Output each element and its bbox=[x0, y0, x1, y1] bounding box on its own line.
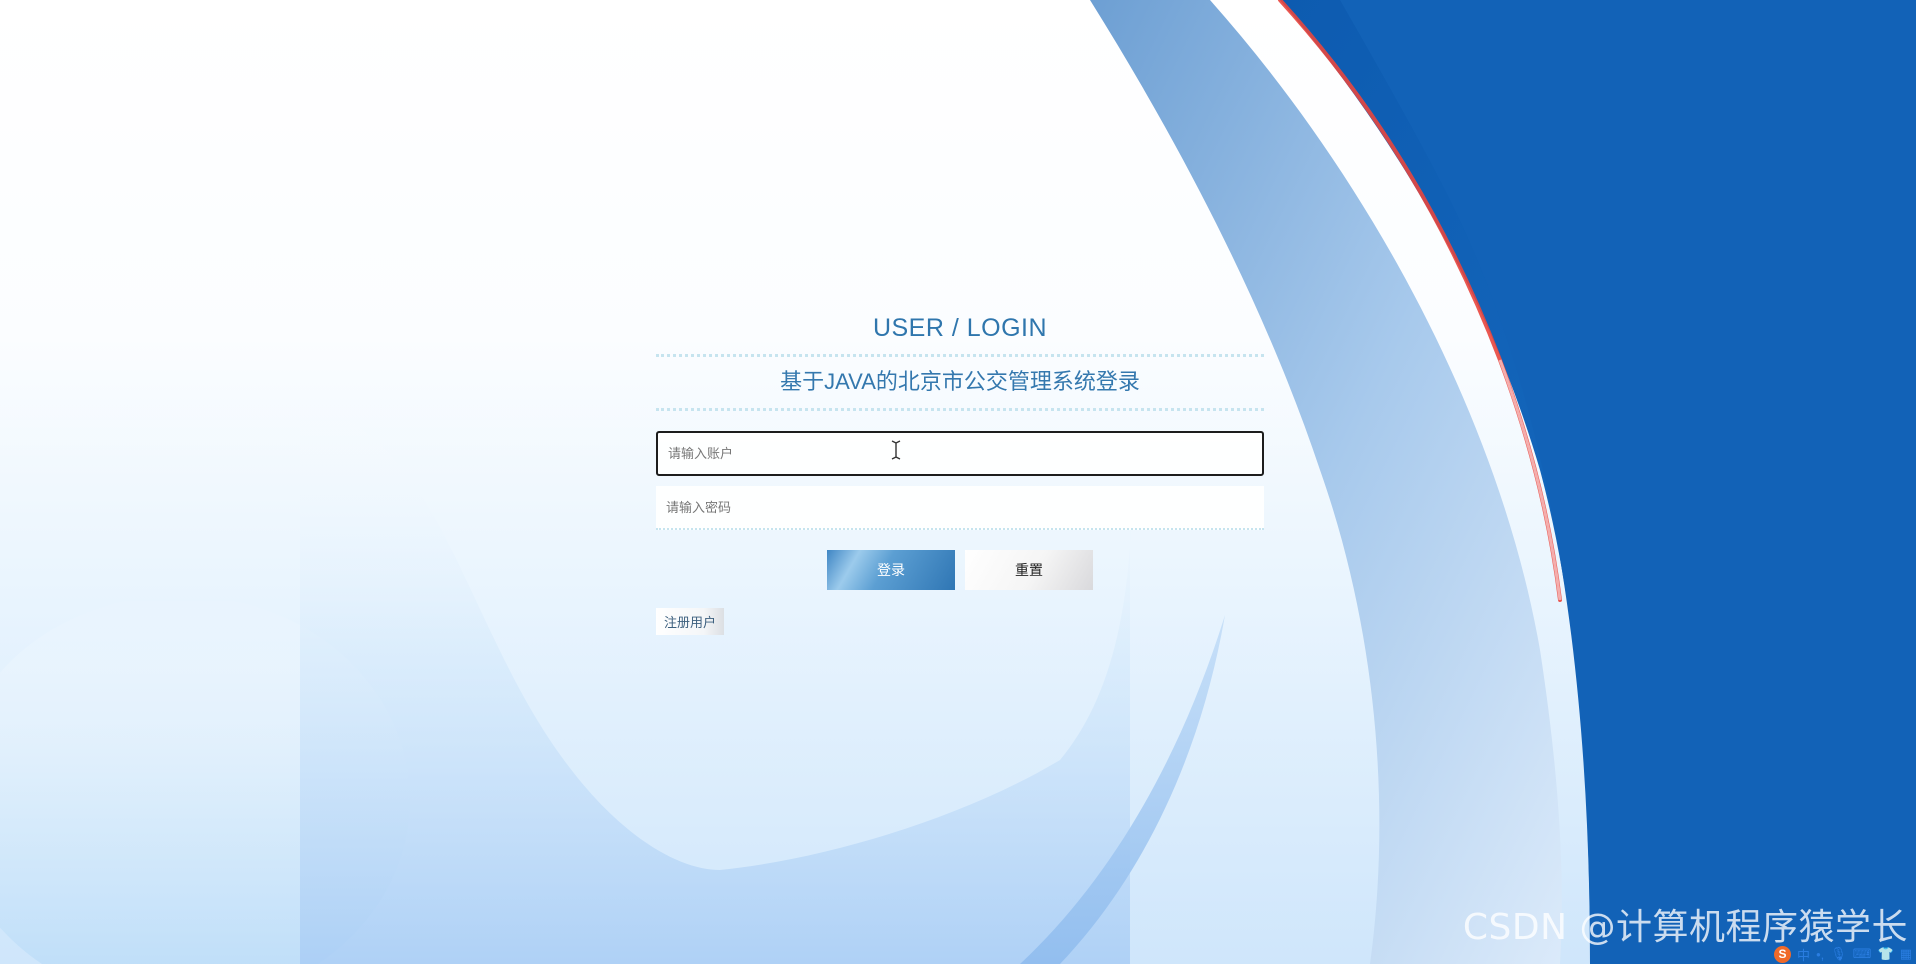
divider-bottom bbox=[656, 408, 1264, 411]
microphone-icon[interactable]: 🎙 bbox=[1830, 946, 1847, 962]
reset-button[interactable]: 重置 bbox=[965, 550, 1093, 590]
login-form: USER / LOGIN 基于JAVA的北京市公交管理系统登录 登录 重置 注册… bbox=[656, 312, 1264, 635]
account-input[interactable] bbox=[656, 431, 1264, 476]
ime-mode-label[interactable]: 中 bbox=[1797, 945, 1810, 964]
divider-top bbox=[656, 354, 1264, 357]
punctuation-icon[interactable]: •, bbox=[1816, 947, 1824, 962]
toolbox-icon[interactable]: ▦ bbox=[1900, 946, 1912, 962]
csdn-watermark: CSDN @计算机程序猿学长 bbox=[1462, 907, 1908, 948]
register-link[interactable]: 注册用户 bbox=[656, 608, 725, 635]
ime-toolbar: S 中 •, 🎙 ⌨ 👕 ▦ bbox=[1774, 944, 1912, 964]
skin-icon[interactable]: 👕 bbox=[1878, 946, 1894, 962]
login-page: USER / LOGIN 基于JAVA的北京市公交管理系统登录 登录 重置 注册… bbox=[0, 0, 1916, 964]
sogou-ime-icon[interactable]: S bbox=[1774, 945, 1792, 963]
keyboard-icon[interactable]: ⌨ bbox=[1853, 946, 1872, 962]
system-title: 基于JAVA的北京市公交管理系统登录 bbox=[780, 369, 1140, 394]
password-input[interactable] bbox=[656, 486, 1264, 530]
text-cursor-icon bbox=[891, 440, 901, 460]
button-row: 登录 重置 bbox=[656, 550, 1264, 590]
login-title: USER / LOGIN bbox=[872, 314, 1048, 342]
login-button[interactable]: 登录 bbox=[827, 550, 955, 590]
